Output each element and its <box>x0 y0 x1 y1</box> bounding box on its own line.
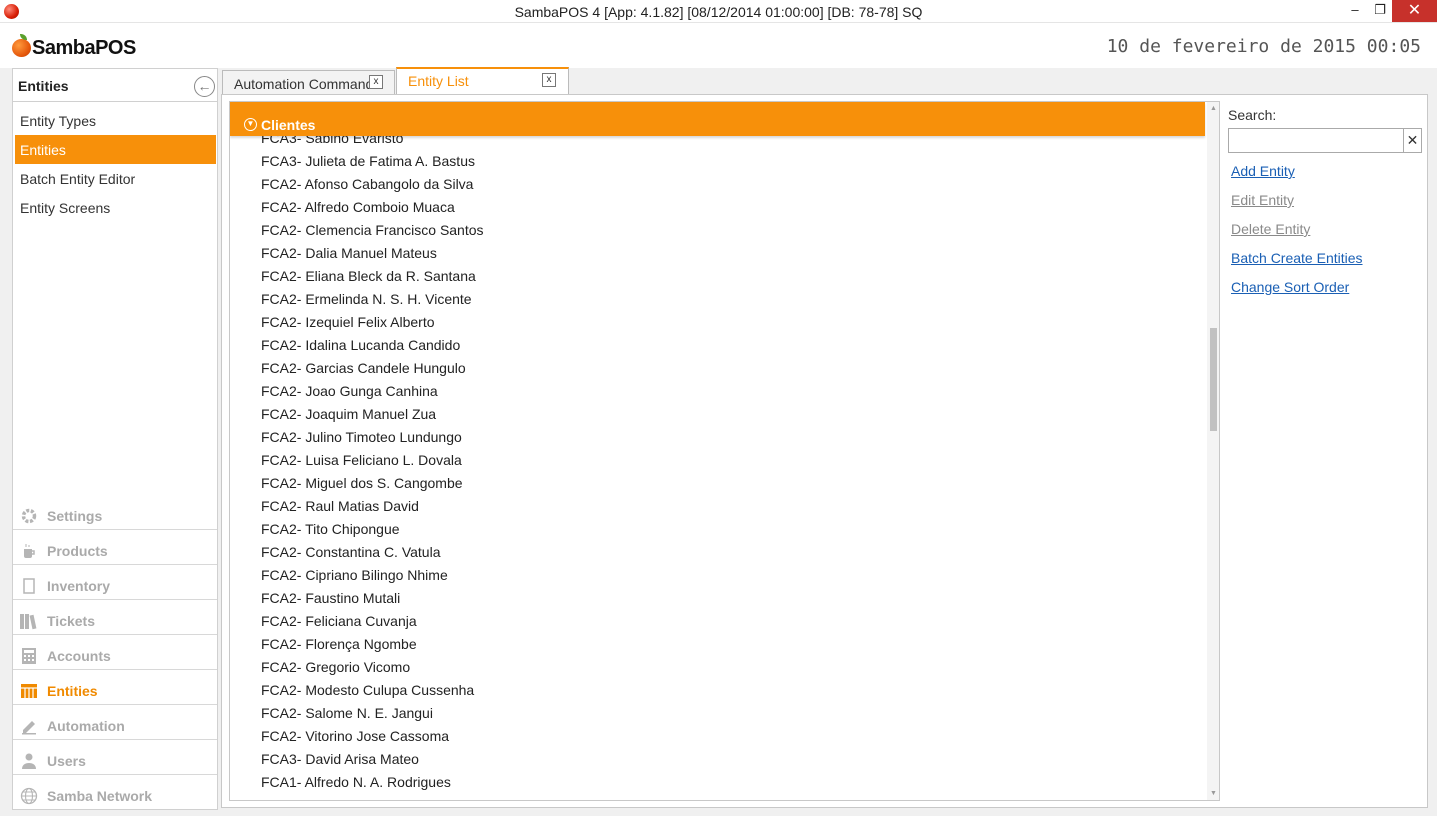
sidebar-item-entity-types[interactable]: Entity Types <box>15 106 216 135</box>
sidebar-section-title: Entities <box>13 69 217 102</box>
group-header[interactable]: ▼ Clientes <box>230 102 1205 136</box>
module-products[interactable]: Products <box>13 529 217 564</box>
close-button[interactable]: ✕ <box>1392 0 1437 22</box>
list-item[interactable]: FCA2- Clemencia Francisco Santos <box>230 217 1205 240</box>
list-item[interactable]: FCA3- David Arisa Mateo <box>230 746 1205 769</box>
vertical-scrollbar[interactable]: ▲ ▼ <box>1207 102 1219 800</box>
list-item[interactable]: FCA2- Afonso Cabangolo da Silva <box>230 171 1205 194</box>
list-item[interactable]: FCA2- Vitorino Jose Cassoma <box>230 723 1205 746</box>
list-item[interactable]: FCA2- Tito Chipongue <box>230 516 1205 539</box>
list-item[interactable]: FCA2- Ermelinda N. S. H. Vicente <box>230 286 1205 309</box>
list-item[interactable]: FCA2- Miguel dos S. Cangombe <box>230 470 1205 493</box>
list-item[interactable]: FCA2- Dalia Manuel Mateus <box>230 240 1205 263</box>
module-settings[interactable]: Settings <box>13 494 217 529</box>
list-item[interactable]: FCA2- Joao Gunga Canhina <box>230 378 1205 401</box>
tab-automation-command[interactable]: Automation Command x <box>222 70 395 95</box>
entity-list-view: ▼ Clientes FCA3- Sabino Evaristo FCA3- J… <box>221 94 1428 808</box>
collapse-chevron-icon[interactable]: ▼ <box>244 118 257 131</box>
list-item[interactable]: FCA2- Joaquim Manuel Zua <box>230 401 1205 424</box>
list-item[interactable]: FCA2- Eliana Bleck da R. Santana <box>230 263 1205 286</box>
batch-create-entities-link[interactable]: Batch Create Entities <box>1228 248 1423 277</box>
list-item[interactable]: FCA2- Garcias Candele Hungulo <box>230 355 1205 378</box>
globe-icon <box>19 787 39 805</box>
list-item[interactable]: FCA2- Faustino Mutali <box>230 585 1205 608</box>
search-input[interactable] <box>1229 129 1404 152</box>
scroll-down-icon[interactable]: ▼ <box>1207 787 1219 800</box>
sidebar: Entities ← Entity Types Entities Batch E… <box>12 68 218 810</box>
module-entities[interactable]: Entities <box>13 669 217 704</box>
module-list: Settings Products Inventory Tickets Acco… <box>13 494 217 809</box>
entity-actions-panel: Search: ✕ Add Entity Edit Entity Delete … <box>1228 107 1423 306</box>
module-tickets[interactable]: Tickets <box>13 599 217 634</box>
entity-rows: FCA3- Sabino Evaristo FCA3- Julieta de F… <box>230 125 1205 800</box>
module-samba-network[interactable]: Samba Network <box>13 774 217 809</box>
list-item[interactable]: FCA2- Feliciana Cuvanja <box>230 608 1205 631</box>
books-icon <box>19 612 39 630</box>
module-inventory[interactable]: Inventory <box>13 564 217 599</box>
window-title: SambaPOS 4 [App: 4.1.82] [08/12/2014 01:… <box>514 4 923 20</box>
list-item[interactable]: FCA2- Idalina Lucanda Candido <box>230 332 1205 355</box>
coffee-cup-icon <box>19 542 39 560</box>
tab-entity-list[interactable]: Entity List x <box>396 67 569 96</box>
calculator-icon <box>19 647 39 665</box>
entity-listbox[interactable]: ▼ Clientes FCA3- Sabino Evaristo FCA3- J… <box>229 101 1220 801</box>
back-arrow-icon[interactable]: ← <box>194 76 215 97</box>
list-item[interactable]: FCA2- Julino Timoteo Lundungo <box>230 424 1205 447</box>
list-item[interactable]: FCA1- Alfredo N. A. Rodrigues <box>230 769 1205 792</box>
list-item[interactable]: FCA2- Izequiel Felix Alberto <box>230 309 1205 332</box>
list-item[interactable]: FCA1- Alexsider Rodrigues Romero <box>230 792 1205 800</box>
delete-entity-link[interactable]: Delete Entity <box>1228 219 1423 248</box>
search-box: ✕ <box>1228 128 1422 153</box>
box-icon <box>19 577 39 595</box>
apple-logo-icon <box>12 39 31 57</box>
clear-search-icon[interactable]: ✕ <box>1403 129 1421 152</box>
change-sort-order-link[interactable]: Change Sort Order <box>1228 277 1423 306</box>
list-item[interactable]: FCA2- Luisa Feliciano L. Dovala <box>230 447 1205 470</box>
entities-grid-icon <box>19 682 39 700</box>
tab-close-icon[interactable]: x <box>542 73 556 87</box>
module-automation[interactable]: Automation <box>13 704 217 739</box>
list-item[interactable]: FCA2- Florença Ngombe <box>230 631 1205 654</box>
user-icon <box>19 752 39 770</box>
list-item[interactable]: FCA2- Alfredo Comboio Muaca <box>230 194 1205 217</box>
list-item[interactable]: FCA2- Salome N. E. Jangui <box>230 700 1205 723</box>
search-label: Search: <box>1228 107 1277 123</box>
tab-close-icon[interactable]: x <box>369 75 383 89</box>
list-item[interactable]: FCA3- Julieta de Fatima A. Bastus <box>230 148 1205 171</box>
title-bar: SambaPOS 4 [App: 4.1.82] [08/12/2014 01:… <box>0 0 1437 23</box>
sidebar-nav: Entity Types Entities Batch Entity Edito… <box>15 106 216 222</box>
scroll-up-icon[interactable]: ▲ <box>1207 102 1219 115</box>
module-users[interactable]: Users <box>13 739 217 774</box>
current-datetime: 10 de fevereiro de 2015 00:05 <box>1106 36 1421 57</box>
list-item[interactable]: FCA2- Gregorio Vicomo <box>230 654 1205 677</box>
scroll-thumb[interactable] <box>1210 328 1217 431</box>
module-accounts[interactable]: Accounts <box>13 634 217 669</box>
list-item[interactable]: FCA2- Modesto Culupa Cussenha <box>230 677 1205 700</box>
sidebar-item-entities[interactable]: Entities <box>15 135 216 164</box>
gear-icon <box>19 507 39 525</box>
list-item[interactable]: FCA2- Constantina C. Vatula <box>230 539 1205 562</box>
edit-entity-link[interactable]: Edit Entity <box>1228 190 1423 219</box>
sidebar-item-entity-screens[interactable]: Entity Screens <box>15 193 216 222</box>
list-item[interactable]: FCA2- Raul Matias David <box>230 493 1205 516</box>
app-header: SambaPOS 10 de fevereiro de 2015 00:05 <box>0 23 1437 68</box>
action-links: Add Entity Edit Entity Delete Entity Bat… <box>1228 161 1423 306</box>
sidebar-item-batch-entity-editor[interactable]: Batch Entity Editor <box>15 164 216 193</box>
list-item[interactable]: FCA2- Cipriano Bilingo Nhime <box>230 562 1205 585</box>
pen-icon <box>19 717 39 735</box>
add-entity-link[interactable]: Add Entity <box>1228 161 1423 190</box>
